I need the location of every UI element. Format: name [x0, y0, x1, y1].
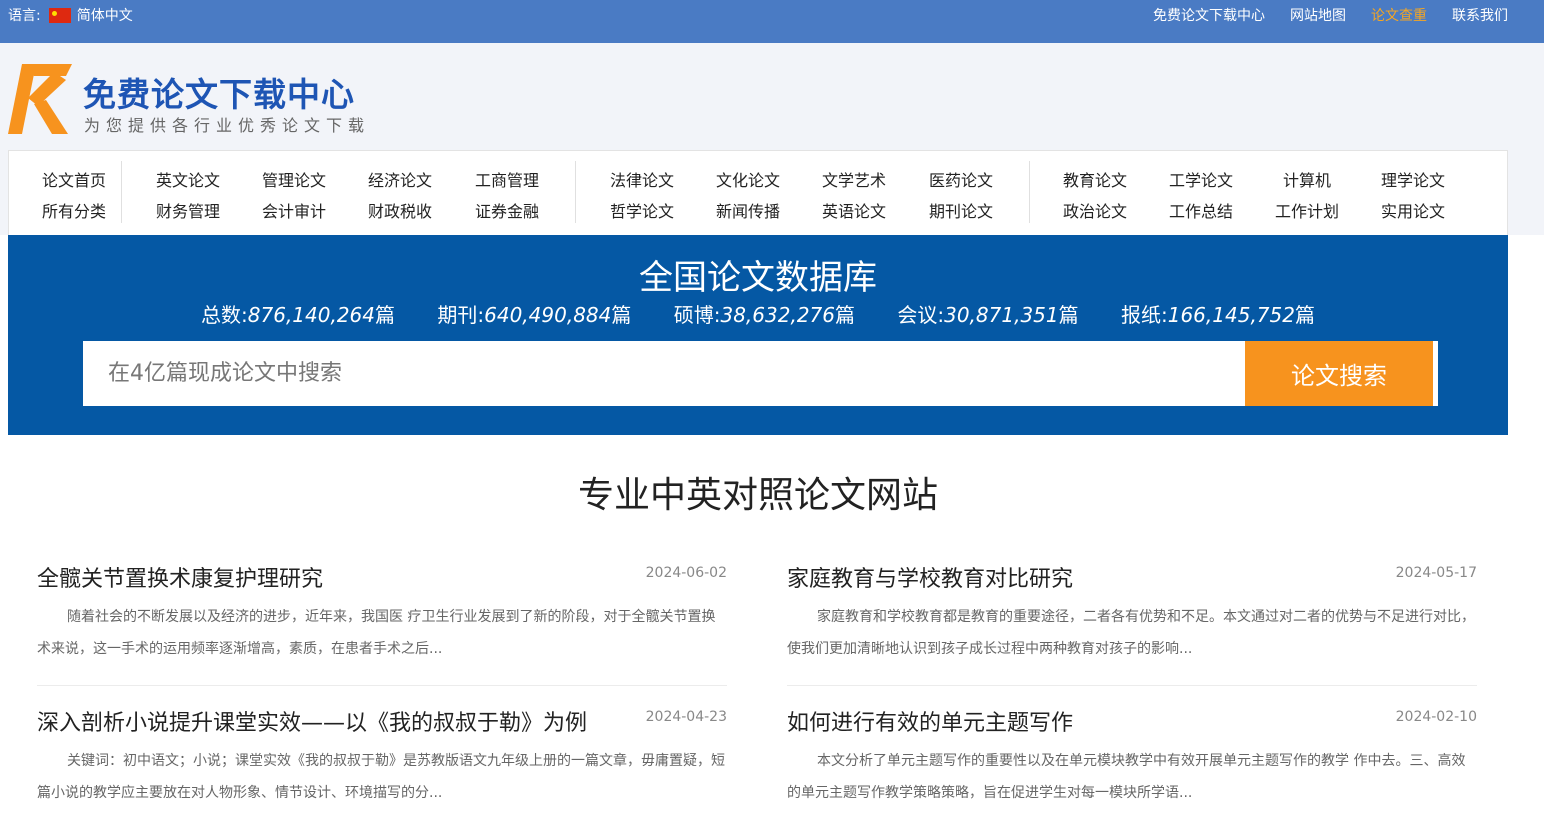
nav-item-finance[interactable]: 财务管理 [156, 198, 220, 222]
nav-item-culture[interactable]: 文化论文 [716, 167, 780, 191]
nav-item-philosophy[interactable]: 哲学论文 [610, 198, 674, 222]
nav-group-2: 法律论文 哲学论文 文化论文 新闻传播 文学艺术 英语论文 医药论文 期刊论文 [576, 161, 1030, 223]
nav-item-education[interactable]: 教育论文 [1063, 167, 1127, 191]
article-excerpt: 关键词：初中语文；小说；课堂实效《我的叔叔于勒》是苏教版语文九年级上册的一篇文章… [37, 753, 725, 801]
nav-item-home[interactable]: 论文首页 [42, 167, 106, 191]
nav-item-economics[interactable]: 经济论文 [368, 167, 432, 191]
article-card: 如何进行有效的单元主题写作 2024-02-10 本文分析了单元主题写作的重要性… [787, 705, 1477, 810]
top-link-download-center[interactable]: 免费论文下载中心 [1153, 5, 1265, 25]
article-card: 深入剖析小说提升课堂实效——以《我的叔叔于勒》为例 2024-04-23 关键词… [37, 705, 727, 810]
site-subtitle: 为您提供各行业优秀论文下载 [84, 116, 371, 135]
language-selector[interactable]: 语言: 简体中文 [8, 5, 133, 25]
stat-value: 38,632,276 [720, 303, 835, 327]
stat-theses: 硕博:38,632,276篇 [674, 299, 855, 328]
article-date: 2024-05-17 [1395, 565, 1477, 581]
nav-item-engineering[interactable]: 工学论文 [1169, 167, 1233, 191]
nav-item-science[interactable]: 理学论文 [1381, 167, 1445, 191]
nav-item-all-categories[interactable]: 所有分类 [42, 198, 106, 222]
nav-group-3: 教育论文 政治论文 工学论文 工作总结 计算机 工作计划 理学论文 实用论文 [1030, 161, 1484, 223]
nav-group-home: 论文首页 所有分类 [19, 161, 122, 223]
nav-item-business[interactable]: 工商管理 [475, 167, 539, 191]
nav-item-law[interactable]: 法律论文 [610, 167, 674, 191]
nav-item-medicine[interactable]: 医药论文 [929, 167, 993, 191]
article-title[interactable]: 深入剖析小说提升课堂实效——以《我的叔叔于勒》为例 [37, 705, 587, 737]
article-date: 2024-02-10 [1395, 709, 1477, 725]
article-date: 2024-06-02 [645, 565, 727, 581]
article-excerpt: 本文分析了单元主题写作的重要性以及在单元模块教学中有效开展单元主题写作的教学 作… [787, 753, 1466, 801]
article-divider [37, 685, 727, 686]
nav-group-1: 英文论文 财务管理 管理论文 会计审计 经济论文 财政税收 工商管理 证券金融 [122, 161, 576, 223]
nav-item-accounting[interactable]: 会计审计 [262, 198, 326, 222]
stat-label: 期刊: [437, 303, 485, 327]
stat-label: 硕博: [673, 303, 721, 327]
nav-item-journals[interactable]: 期刊论文 [929, 198, 993, 222]
article-date: 2024-04-23 [645, 709, 727, 725]
search-box-edge [1433, 341, 1438, 406]
stat-value: 876,140,264 [247, 303, 376, 327]
article-title[interactable]: 家庭教育与学校教育对比研究 [787, 561, 1073, 593]
nav-item-english-papers[interactable]: 英语论文 [822, 198, 886, 222]
stat-total: 总数:876,140,264篇 [201, 299, 395, 328]
nav-item-computer[interactable]: 计算机 [1283, 167, 1331, 191]
section-title: 专业中英对照论文网站 [577, 475, 938, 516]
stat-label: 总数: [201, 303, 248, 327]
search-button[interactable]: 论文搜索 [1245, 341, 1433, 406]
stat-unit: 篇 [1058, 303, 1079, 327]
top-bar: 语言: 简体中文 免费论文下载中心 网站地图 论文查重 联系我们 [0, 0, 1544, 43]
article-excerpt: 随着社会的不断发展以及经济的进步，近年来，我国医 疗卫生行业发展到了新的阶段，对… [37, 609, 716, 657]
search-banner: 全国论文数据库 总数:876,140,264篇 期刊:640,490,884篇 … [8, 235, 1508, 435]
database-stats: 总数:876,140,264篇 期刊:640,490,884篇 硕博:38,63… [8, 299, 1508, 328]
article-title[interactable]: 如何进行有效的单元主题写作 [787, 705, 1073, 737]
category-nav: 论文首页 所有分类 英文论文 财务管理 管理论文 会计审计 经济论文 财政税收 … [8, 150, 1508, 236]
site-title[interactable]: 免费论文下载中心 [83, 68, 355, 116]
nav-item-securities[interactable]: 证券金融 [475, 198, 539, 222]
nav-item-management[interactable]: 管理论文 [262, 167, 326, 191]
site-logo-icon[interactable] [8, 62, 74, 136]
top-link-contact[interactable]: 联系我们 [1452, 5, 1508, 25]
nav-item-politics[interactable]: 政治论文 [1063, 198, 1127, 222]
language-value[interactable]: 简体中文 [77, 5, 133, 25]
stat-unit: 篇 [611, 303, 632, 327]
stat-label: 会议: [897, 303, 945, 327]
china-flag-icon [48, 7, 71, 23]
language-label: 语言: [8, 8, 41, 24]
search-box [83, 341, 1246, 406]
stat-label: 报纸: [1120, 303, 1168, 327]
article-excerpt: 家庭教育和学校教育都是教育的重要途径，二者各有优势和不足。本文通过对二者的优势与… [787, 609, 1475, 657]
stat-unit: 篇 [1294, 303, 1315, 327]
nav-item-work-plan[interactable]: 工作计划 [1275, 198, 1339, 222]
stat-unit: 篇 [375, 303, 396, 327]
top-link-plagiarism-check[interactable]: 论文查重 [1371, 5, 1427, 25]
nav-item-practical[interactable]: 实用论文 [1381, 198, 1445, 222]
article-card: 家庭教育与学校教育对比研究 2024-05-17 家庭教育和学校教育都是教育的重… [787, 561, 1477, 661]
stat-unit: 篇 [835, 303, 855, 327]
nav-item-journalism[interactable]: 新闻传播 [716, 198, 780, 222]
banner-title: 全国论文数据库 [639, 258, 877, 298]
top-links: 免费论文下载中心 网站地图 论文查重 联系我们 [1128, 5, 1508, 25]
nav-item-english[interactable]: 英文论文 [156, 167, 220, 191]
nav-item-work-summary[interactable]: 工作总结 [1169, 198, 1233, 222]
stat-journals: 期刊:640,490,884篇 [437, 299, 631, 328]
search-input[interactable] [84, 342, 1246, 405]
stat-conferences: 会议:30,871,351篇 [897, 299, 1078, 328]
nav-item-tax[interactable]: 财政税收 [368, 198, 432, 222]
article-title[interactable]: 全髋关节置换术康复护理研究 [37, 561, 323, 593]
stat-newspapers: 报纸:166,145,752篇 [1121, 299, 1315, 328]
stat-value: 30,871,351 [944, 303, 1059, 327]
stat-value: 640,490,884 [484, 303, 612, 327]
stat-value: 166,145,752 [1167, 303, 1295, 327]
article-card: 全髋关节置换术康复护理研究 2024-06-02 随着社会的不断发展以及经济的进… [37, 561, 727, 661]
top-link-sitemap[interactable]: 网站地图 [1290, 5, 1346, 25]
article-divider [787, 685, 1477, 686]
nav-item-literature[interactable]: 文学艺术 [822, 167, 886, 191]
